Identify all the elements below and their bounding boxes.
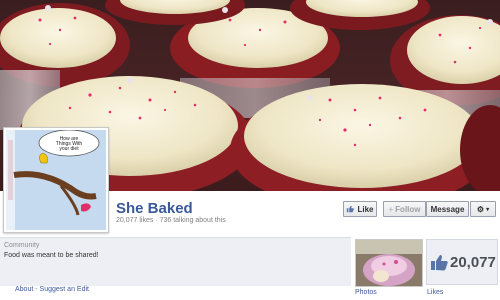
settings-dropdown-button[interactable]: ⚙ ▾: [470, 201, 496, 217]
follow-button-label: Follow: [395, 204, 421, 214]
likes-app-tile[interactable]: 20,077: [426, 239, 498, 285]
page-stats: 20,077 likes · 736 talking about this: [116, 217, 226, 224]
page-title[interactable]: She Baked: [116, 200, 193, 217]
thumbs-up-icon: [431, 255, 448, 271]
suggest-edit-link[interactable]: Suggest an Edit: [40, 286, 89, 293]
about-link[interactable]: About: [15, 286, 33, 293]
photos-thumbnail: [356, 240, 422, 286]
photos-app-tile[interactable]: [355, 239, 423, 287]
photos-label[interactable]: Photos: [355, 289, 377, 296]
follow-button[interactable]: + Follow: [383, 201, 426, 217]
speech-bubble-text-line3: your diet: [59, 146, 79, 152]
message-button[interactable]: Message: [426, 201, 469, 217]
plus-icon: +: [388, 204, 394, 214]
likes-count: 20,077: [450, 253, 496, 271]
message-button-label: Message: [430, 204, 465, 214]
bottom-links: About - Suggest an Edit: [15, 286, 89, 293]
profile-illustration: How are Things With your diet: [6, 130, 106, 230]
link-separator: -: [35, 286, 38, 293]
likes-label[interactable]: Likes: [427, 289, 443, 296]
profile-picture[interactable]: How are Things With your diet: [3, 127, 109, 233]
page-category: Community: [4, 242, 40, 249]
chevron-down-icon: ▾: [486, 206, 490, 213]
like-button[interactable]: Like: [343, 201, 377, 217]
about-text: Food was meant to be shared!: [4, 252, 99, 259]
thumbs-up-icon: [347, 205, 355, 213]
about-section: [0, 237, 351, 286]
gear-icon: ⚙: [476, 204, 485, 214]
like-button-label: Like: [357, 204, 374, 214]
